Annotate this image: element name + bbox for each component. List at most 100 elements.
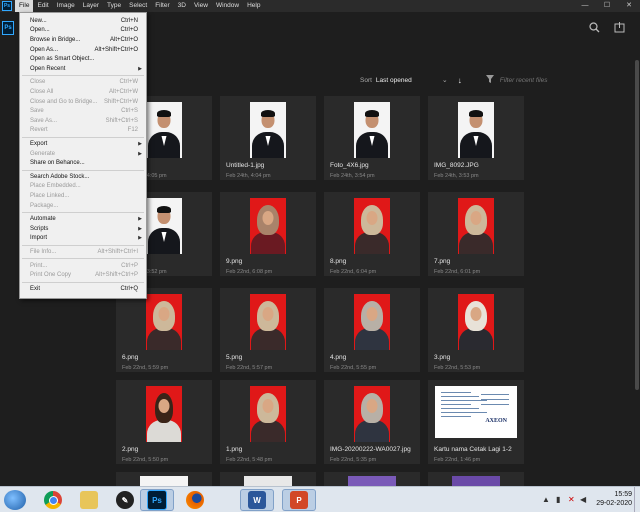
menu-filter[interactable]: Filter — [151, 0, 173, 12]
taskbar-chrome[interactable] — [36, 489, 70, 511]
recent-file-card[interactable]: 3.png Feb 22nd, 5:53 pm — [428, 288, 524, 372]
menu-3d[interactable]: 3D — [174, 0, 190, 12]
file-menu-item-open-recent[interactable]: Open Recent ▶ — [20, 64, 146, 74]
maximize-button[interactable]: ☐ — [596, 0, 618, 12]
taskbar-photoshop[interactable]: Ps — [140, 489, 174, 511]
file-name: 2.png — [122, 446, 139, 453]
menu-item-label: Package... — [30, 202, 59, 209]
file-menu-item-package[interactable]: Package... — [20, 201, 146, 211]
file-menu-item-print[interactable]: Print... Ctrl+P — [20, 261, 146, 271]
recent-file-card[interactable]: IMG_8092.JPG Feb 24th, 3:53 pm — [428, 96, 524, 180]
network-icon[interactable]: ▮ — [556, 495, 560, 504]
file-menu-item-place-embedded[interactable]: Place Embedded... — [20, 182, 146, 192]
file-name: 9.png — [226, 258, 243, 265]
inkscape-icon: ✎ — [116, 491, 134, 509]
recent-file-card[interactable]: IMG-20200222-WA0027.jpg Feb 22nd, 5:35 pm — [324, 380, 420, 464]
menu-item-shortcut: Ctrl+Q — [120, 285, 138, 292]
file-menu-item-share-on-behance[interactable]: Share on Behance... — [20, 158, 146, 168]
recent-file-card[interactable]: 8.png Feb 22nd, 6:04 pm — [324, 192, 420, 276]
file-thumbnail — [146, 102, 182, 158]
menu-type[interactable]: Type — [103, 0, 125, 12]
taskbar-powerpoint[interactable]: P — [282, 489, 316, 511]
volume-icon[interactable]: ◀ — [580, 495, 586, 504]
recent-file-card[interactable]: 7.png Feb 22nd, 6:01 pm — [428, 192, 524, 276]
photoshop-icon: Ps — [147, 490, 167, 510]
menu-layer[interactable]: Layer — [79, 0, 103, 12]
file-thumbnail — [146, 294, 182, 350]
minimize-button[interactable]: — — [574, 0, 596, 12]
taskbar-inkscape[interactable]: ✎ — [108, 489, 142, 511]
home-ps-icon[interactable]: Ps — [2, 21, 14, 35]
submenu-arrow-icon: ▶ — [138, 235, 142, 242]
menu-item-shortcut: Alt+Shift+Ctrl+P — [95, 272, 138, 279]
recent-file-card[interactable]: Foto_4X6.jpg Feb 24th, 3:54 pm — [324, 96, 420, 180]
menu-item-shortcut: Alt+Shift+Ctrl+I — [97, 248, 138, 255]
file-menu-item-automate[interactable]: Automate ▶ — [20, 214, 146, 224]
recent-file-card[interactable]: 9.png Feb 22nd, 6:08 pm — [220, 192, 316, 276]
windows-taskbar: ✎ Ps W P ▲ ▮ ✕ ◀ 15:59 29-02-2020 — [0, 486, 640, 512]
submenu-arrow-icon: ▶ — [138, 150, 142, 157]
file-menu-item-open-as[interactable]: Open As... Alt+Shift+Ctrl+O — [20, 45, 146, 55]
menu-item-label: Export — [30, 140, 48, 147]
filter-recent-input[interactable] — [497, 75, 622, 85]
close-button[interactable]: ✕ — [618, 0, 640, 12]
file-menu-item-close-and-go-to-bridge[interactable]: Close and Go to Bridge... Shift+Ctrl+W — [20, 97, 146, 107]
scrollbar-thumb[interactable] — [635, 60, 639, 390]
file-menu-item-save-as[interactable]: Save As... Shift+Ctrl+S — [20, 116, 146, 126]
recent-file-card[interactable]: 2.png Feb 22nd, 5:50 pm — [116, 380, 212, 464]
file-menu-item-generate[interactable]: Generate ▶ — [20, 149, 146, 159]
file-menu-item-open-as-smart-object[interactable]: Open as Smart Object... — [20, 54, 146, 64]
menu-edit[interactable]: Edit — [33, 0, 52, 12]
file-name: 3.png — [434, 354, 451, 361]
menu-item-label: Place Linked... — [30, 192, 70, 199]
file-menu-item-import[interactable]: Import ▶ — [20, 234, 146, 244]
file-menu-item-new[interactable]: New... Ctrl+N — [20, 16, 146, 26]
file-menu-item-search-adobe-stock[interactable]: Search Adobe Stock... — [20, 172, 146, 182]
show-desktop-button[interactable] — [634, 487, 640, 512]
business-card-logo: AXEON — [485, 418, 507, 424]
photoshop-logo-icon: Ps — [2, 1, 12, 11]
file-menu-item-revert[interactable]: Revert F12 — [20, 126, 146, 136]
system-clock[interactable]: 15:59 29-02-2020 — [596, 490, 632, 508]
menu-window[interactable]: Window — [212, 0, 243, 12]
clock-time: 15:59 — [614, 491, 632, 498]
tray-expand-icon[interactable]: ▲ — [542, 495, 550, 504]
sort-direction-icon[interactable]: ↓ — [458, 76, 462, 85]
file-menu-item-export[interactable]: Export ▶ — [20, 139, 146, 149]
recent-file-card[interactable]: Untitled-1.jpg Feb 24th, 4:04 pm — [220, 96, 316, 180]
menu-help[interactable]: Help — [243, 0, 264, 12]
menu-view[interactable]: View — [190, 0, 212, 12]
start-button[interactable] — [4, 490, 26, 510]
share-icon[interactable] — [614, 22, 625, 36]
taskbar-word[interactable]: W — [240, 489, 274, 511]
file-menu-item-close[interactable]: Close Ctrl+W — [20, 78, 146, 88]
file-thumbnail — [458, 102, 494, 158]
menu-item-label: Import — [30, 235, 48, 242]
search-icon[interactable] — [589, 22, 600, 36]
taskbar-file-explorer[interactable] — [72, 489, 106, 511]
menu-item-label: Open Recent — [30, 65, 66, 72]
recent-file-card[interactable]: 4.png Feb 22nd, 5:55 pm — [324, 288, 420, 372]
file-menu-item-open[interactable]: Open... Ctrl+O — [20, 26, 146, 36]
recent-file-card[interactable]: AXEON Kartu nama Cetak Lagi 1-2 Feb 22nd, … — [428, 380, 524, 464]
taskbar-firefox[interactable] — [178, 489, 212, 511]
file-menu-item-save[interactable]: Save Ctrl+S — [20, 106, 146, 116]
file-thumbnail — [354, 294, 390, 350]
recent-file-card[interactable]: 6.png Feb 22nd, 5:59 pm — [116, 288, 212, 372]
menu-file[interactable]: File — [15, 0, 34, 12]
file-menu-item-print-one-copy[interactable]: Print One Copy Alt+Shift+Ctrl+P — [20, 270, 146, 280]
menu-item-label: New... — [30, 17, 47, 24]
chevron-down-icon[interactable]: ⌄ — [442, 76, 448, 84]
file-menu-item-place-linked[interactable]: Place Linked... — [20, 191, 146, 201]
recent-file-card[interactable]: 5.png Feb 22nd, 5:57 pm — [220, 288, 316, 372]
menu-select[interactable]: Select — [125, 0, 151, 12]
file-menu-item-scripts[interactable]: Scripts ▶ — [20, 224, 146, 234]
file-menu-item-close-all[interactable]: Close All Alt+Ctrl+W — [20, 87, 146, 97]
network-warning-icon[interactable]: ✕ — [568, 495, 575, 504]
menu-image[interactable]: Image — [53, 0, 79, 12]
sort-dropdown[interactable]: Last opened — [376, 77, 436, 84]
file-menu-item-exit[interactable]: Exit Ctrl+Q — [20, 284, 146, 294]
recent-file-card[interactable]: 1.png Feb 22nd, 5:48 pm — [220, 380, 316, 464]
file-menu-item-file-info[interactable]: File Info... Alt+Shift+Ctrl+I — [20, 247, 146, 257]
file-menu-item-browse-in-bridge[interactable]: Browse in Bridge... Alt+Ctrl+O — [20, 35, 146, 45]
